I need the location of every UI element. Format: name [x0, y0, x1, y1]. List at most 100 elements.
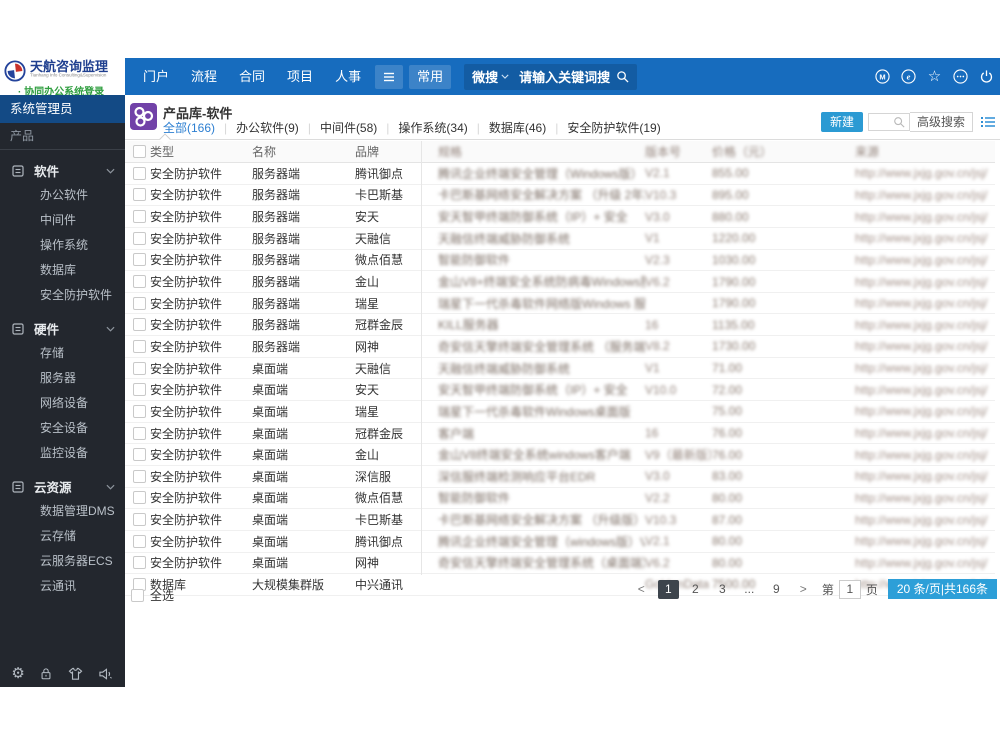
speaker-icon[interactable] — [98, 667, 114, 681]
cell-price: 1790.00 — [712, 296, 756, 311]
cell-version: V1 — [645, 231, 660, 246]
row-checkbox[interactable] — [133, 318, 146, 332]
nav-item-5[interactable]: 人事 — [324, 58, 372, 95]
column-header-7: 来源 — [855, 145, 880, 159]
page-button-1[interactable]: 1 — [657, 579, 679, 599]
sidebar-item-安全设备[interactable]: 安全设备 — [0, 416, 125, 441]
table-row: 安全防护软件 桌面端 天融信 天融信终端威胁防御系统 V1 71.00 http://www… — [125, 358, 995, 380]
chevron-down-icon — [106, 326, 115, 332]
sidebar-item-云通讯[interactable]: 云通讯 — [0, 574, 125, 599]
row-checkbox[interactable] — [133, 491, 146, 505]
cell-version: V3.0 — [645, 209, 670, 224]
page-button-9[interactable]: 9 — [766, 580, 787, 599]
prev-page-button[interactable]: < — [631, 580, 652, 599]
nav-item-1[interactable]: 门户 — [132, 58, 180, 95]
select-all-checkbox[interactable] — [131, 589, 144, 602]
row-checkbox[interactable] — [133, 339, 146, 353]
message-e-icon[interactable]: e — [901, 69, 916, 84]
nav-item-2[interactable]: 流程 — [180, 58, 228, 95]
page-size-badge[interactable]: 20 条/页|共166条 — [887, 579, 997, 599]
row-checkbox[interactable] — [133, 296, 146, 310]
sidebar-item-服务器[interactable]: 服务器 — [0, 366, 125, 391]
row-checkbox[interactable] — [133, 426, 146, 440]
row-checkbox[interactable] — [133, 534, 146, 548]
row-checkbox[interactable] — [133, 513, 146, 527]
sidebar-item-网络设备[interactable]: 网络设备 — [0, 391, 125, 416]
theme-shirt-icon[interactable] — [68, 667, 83, 681]
tab-全部(166)[interactable]: 全部(166) — [163, 119, 215, 136]
sidebar-item-数据管理DMS[interactable]: 数据管理DMS — [0, 499, 125, 524]
header-checkbox[interactable] — [133, 145, 146, 158]
search-scope-dropdown[interactable]: 微搜 — [472, 67, 509, 86]
tab-中间件(58)[interactable]: 中间件(58) — [320, 119, 377, 136]
row-checkbox[interactable] — [133, 231, 146, 245]
sidebar-role-header[interactable]: 系统管理员 — [0, 95, 125, 123]
power-icon[interactable] — [979, 69, 994, 84]
app-window: 门户 流程 合同 项目 人事 常用 微搜 请输入关键词搜 M e ☆ 天航咨询监… — [0, 58, 1000, 687]
list-view-icon[interactable] — [981, 116, 995, 128]
sidebar-group-软件[interactable]: 软件 — [0, 158, 125, 183]
more-icon[interactable] — [953, 69, 968, 84]
tab-安全防护软件(19)[interactable]: 安全防护软件(19) — [567, 119, 660, 136]
table-row: 安全防护软件 服务器端 瑞星 瑞星下一代杀毒软件网络版Windows 服 1790.00… — [125, 293, 995, 315]
cell-version: V10.0 — [645, 382, 677, 397]
search-icon — [894, 117, 905, 128]
sidebar-item-云存储[interactable]: 云存储 — [0, 524, 125, 549]
sidebar-item-存储[interactable]: 存储 — [0, 341, 125, 366]
global-search[interactable]: 微搜 请输入关键词搜 — [464, 63, 638, 90]
tab-操作系统(34)[interactable]: 操作系统(34) — [398, 119, 467, 136]
m-circle-icon[interactable]: M — [875, 69, 890, 84]
tab-数据库(46)[interactable]: 数据库(46) — [489, 119, 546, 136]
row-checkbox[interactable] — [133, 210, 146, 224]
row-checkbox[interactable] — [133, 448, 146, 462]
table-row: 安全防护软件 服务器端 冠群金辰 KILL服务器 16 1135.00 http://www… — [125, 314, 995, 337]
tab-办公软件(9)[interactable]: 办公软件(9) — [236, 119, 299, 136]
row-checkbox[interactable] — [133, 166, 146, 180]
page-button-3[interactable]: 3 — [712, 580, 733, 599]
sidebar-item-办公软件[interactable]: 办公软件 — [0, 183, 125, 208]
search-input[interactable]: 请输入关键词搜 — [519, 67, 610, 86]
cell-version: V2.3 — [645, 252, 670, 267]
row-checkbox[interactable] — [133, 361, 146, 375]
tab-separator: | — [386, 120, 390, 135]
sidebar-group-云资源[interactable]: 云资源 — [0, 474, 125, 499]
cell-name: 服务器端 — [252, 231, 301, 246]
gear-icon[interactable]: ⚙ — [11, 666, 24, 681]
menu-hamburger-icon[interactable] — [375, 64, 404, 89]
cell-spec: 卡巴斯基网络安全解决方案 （升级版）KIS +（ — [438, 513, 645, 528]
next-page-button[interactable]: > — [793, 580, 814, 599]
main-nav: 门户 流程 合同 项目 人事 常用 微搜 请输入关键词搜 — [132, 58, 638, 95]
lock-icon[interactable] — [39, 666, 53, 681]
cell-type: 安全防护软件 — [150, 534, 223, 549]
row-checkbox[interactable] — [133, 469, 146, 483]
search-icon[interactable] — [616, 70, 629, 83]
table-search-input[interactable] — [867, 113, 910, 131]
nav-item-3[interactable]: 合同 — [228, 58, 276, 95]
row-checkbox[interactable] — [133, 275, 146, 289]
new-button[interactable]: 新建 — [820, 112, 863, 132]
category-icon — [12, 322, 24, 335]
row-checkbox[interactable] — [133, 383, 146, 397]
sidebar-item-数据库[interactable]: 数据库 — [0, 258, 125, 283]
sidebar-item-监控设备[interactable]: 监控设备 — [0, 441, 125, 466]
sidebar-item-云服务器ECS[interactable]: 云服务器ECS — [0, 549, 125, 574]
nav-item-changyong[interactable]: 常用 — [409, 64, 452, 89]
sidebar-item-操作系统[interactable]: 操作系统 — [0, 233, 125, 258]
row-checkbox[interactable] — [133, 253, 146, 267]
select-all-label: 全选 — [150, 589, 175, 603]
row-checkbox[interactable] — [133, 556, 146, 570]
row-checkbox[interactable] — [133, 404, 146, 418]
sidebar-item-安全防护软件[interactable]: 安全防护软件 — [0, 283, 125, 308]
page-jump-input[interactable]: 1 — [838, 579, 861, 599]
sidebar-divider — [0, 149, 125, 150]
advanced-search-button[interactable]: 高级搜索 — [909, 112, 973, 132]
page-button-...[interactable]: ... — [739, 580, 760, 599]
tab-separator: | — [307, 120, 311, 135]
sidebar-item-中间件[interactable]: 中间件 — [0, 208, 125, 233]
page-button-2[interactable]: 2 — [685, 580, 706, 599]
nav-item-4[interactable]: 项目 — [276, 58, 324, 95]
sidebar-group-label: 硬件 — [34, 323, 60, 337]
row-checkbox[interactable] — [133, 188, 146, 202]
star-icon[interactable]: ☆ — [927, 69, 942, 84]
sidebar-group-硬件[interactable]: 硬件 — [0, 316, 125, 341]
